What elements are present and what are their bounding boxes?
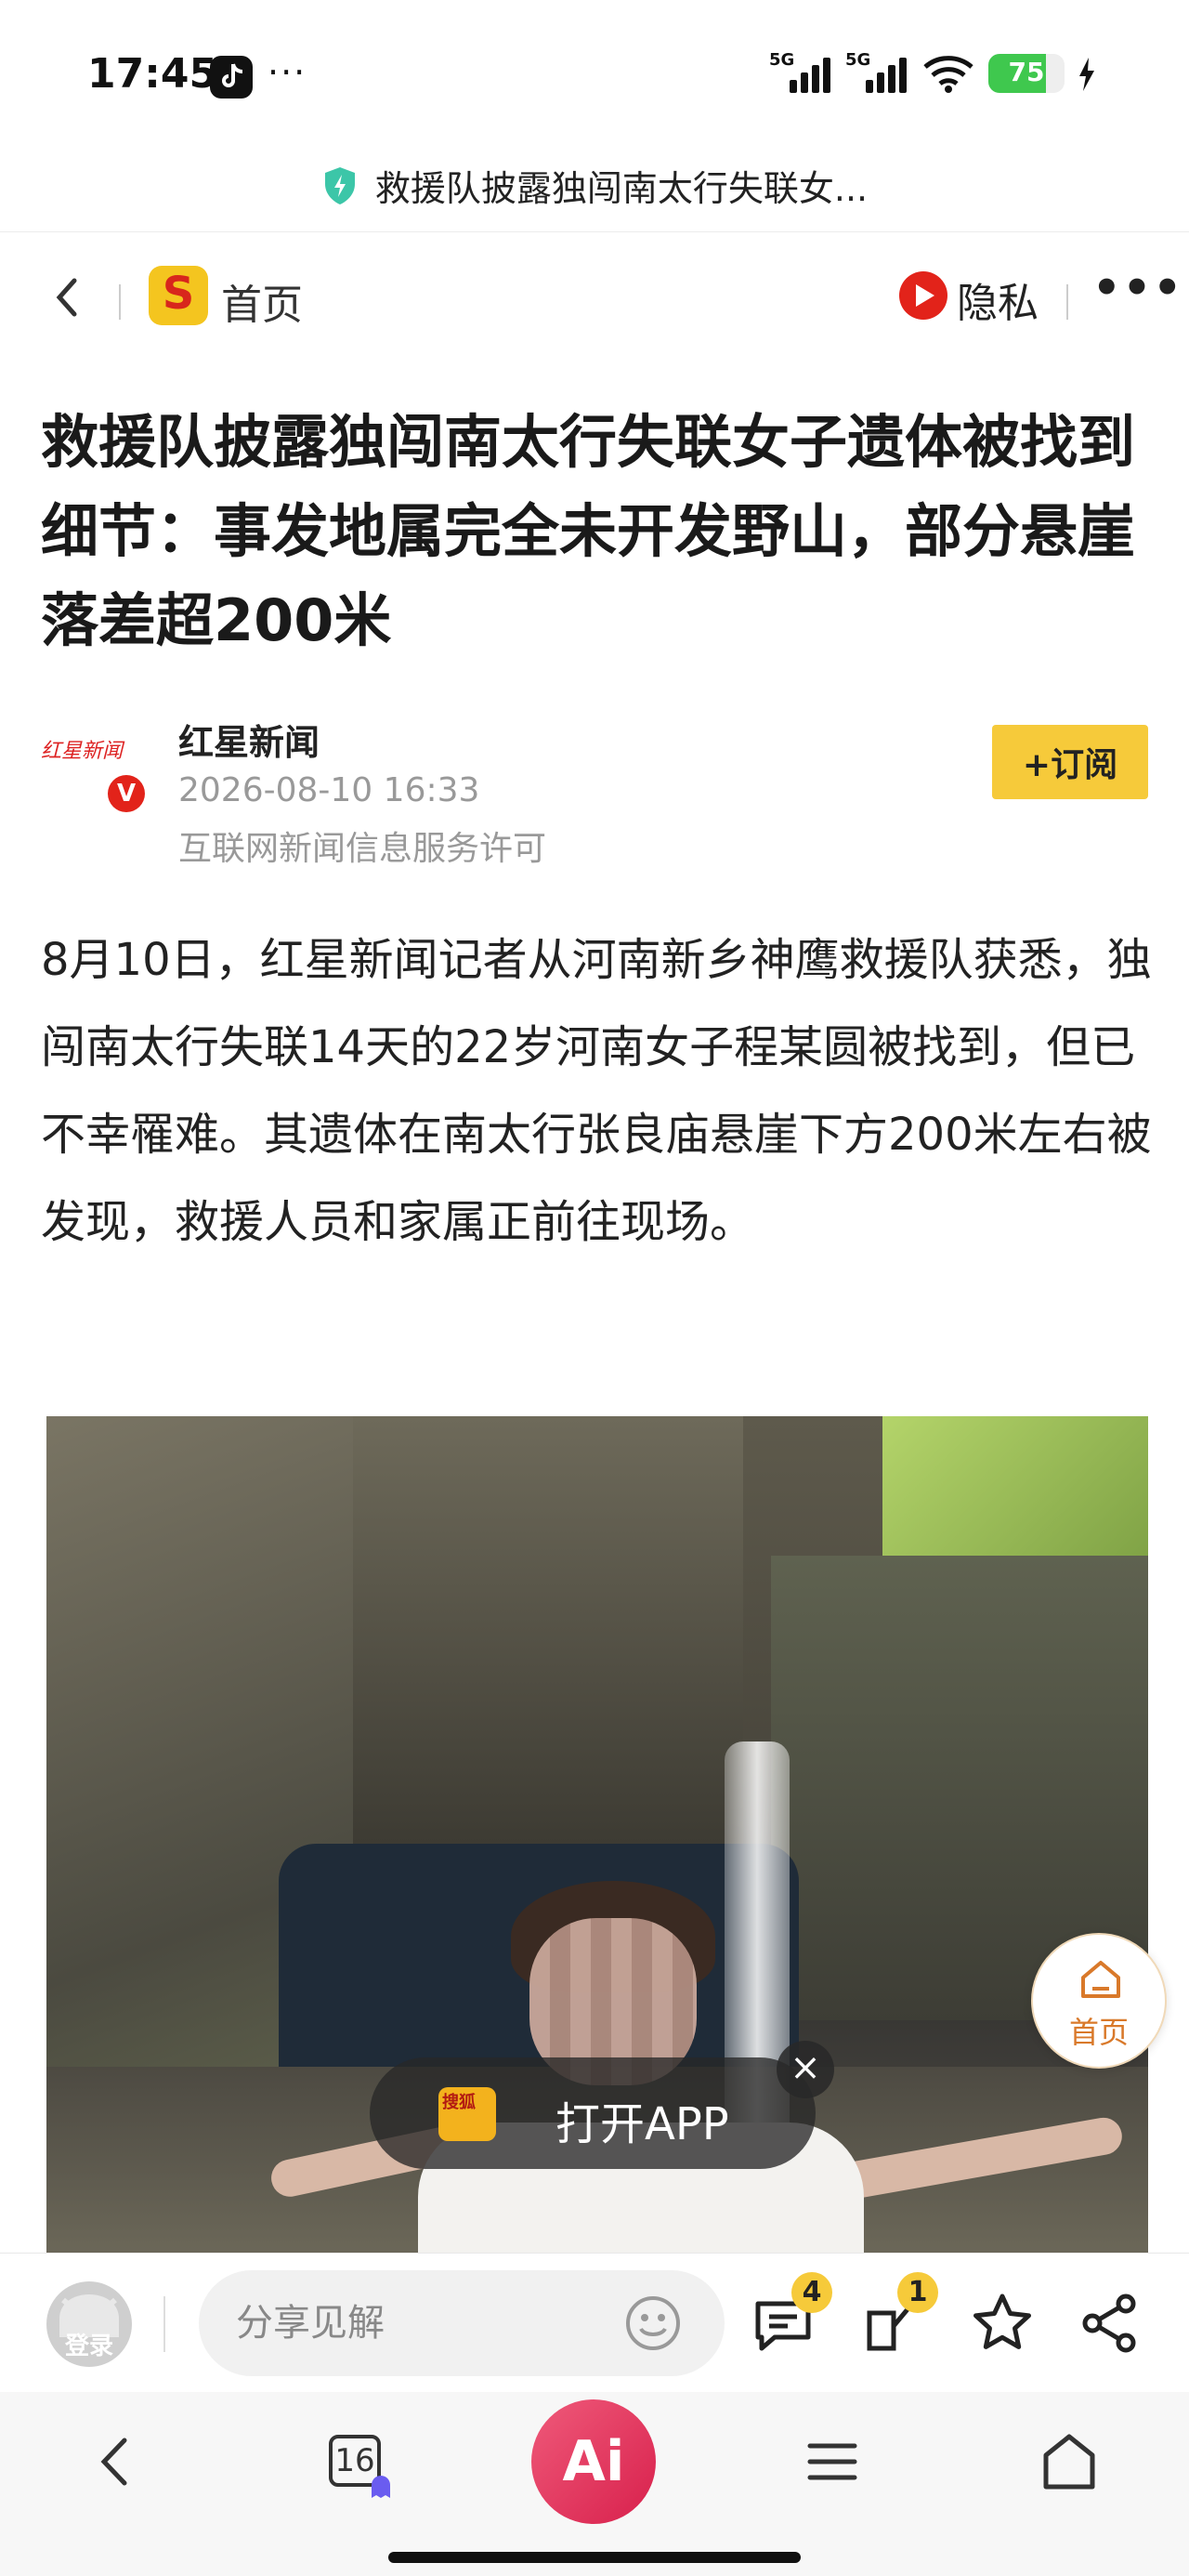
subscribe-button[interactable]: +订阅 [992, 725, 1148, 799]
signal-icon-2: 5G [845, 50, 910, 93]
menu-icon[interactable] [803, 2429, 862, 2494]
login-avatar[interactable]: 登录 [46, 2281, 132, 2367]
status-time: 17:45 [87, 50, 218, 98]
more-notifications-icon: ··· [268, 52, 307, 93]
home-icon [1081, 1961, 1120, 1998]
article-body: 8月10日，红星新闻记者从河南新乡神鹰救援队获悉，独闯南太行失联14天的22岁河… [41, 934, 1152, 1248]
tiktok-notification-icon [210, 56, 253, 99]
wifi-icon [923, 56, 973, 93]
page-url-title: 救援队披露独闯南太行失联女... [374, 168, 869, 209]
privacy-link[interactable]: 隐私 [957, 269, 1039, 329]
author-name[interactable]: 红星新闻 [178, 714, 320, 765]
site-nav-bar: S 首页 隐私 ••• [0, 243, 1189, 355]
favorite-star-icon[interactable] [970, 2291, 1035, 2356]
nav-home-link[interactable]: 首页 [221, 271, 303, 331]
browser-home-icon[interactable] [1037, 2429, 1102, 2494]
status-bar: 17:45 ··· 5G 5G 75 [0, 0, 1189, 139]
comment-bar: 登录 4 1 [0, 2253, 1189, 2392]
more-menu-icon[interactable]: ••• [1092, 262, 1183, 314]
article-title: 救援队披露独闯南太行失联女子遗体被找到细节：事发地属完全未开发野山，部分悬崖落差… [41, 408, 1136, 654]
back-arrow-icon[interactable] [45, 269, 91, 325]
comment-bar-divider [163, 2296, 165, 2352]
floating-home-button[interactable]: 首页 [1031, 1933, 1167, 2069]
signal-icon-1: 5G [769, 50, 834, 93]
ai-assistant-button[interactable]: Ai [531, 2399, 656, 2524]
emoji-icon[interactable] [624, 2294, 682, 2352]
sohu-logo[interactable]: S [149, 266, 208, 325]
close-banner-icon[interactable]: × [777, 2041, 834, 2098]
nav-divider [1066, 284, 1068, 320]
browser-back-icon[interactable] [89, 2429, 145, 2494]
publish-time: 2026-08-10 16:33 [178, 771, 480, 809]
open-app-label: 打开APP [555, 2098, 729, 2150]
verified-badge-icon: V [108, 775, 145, 812]
sohu-app-logo: 搜狐 [438, 2087, 496, 2141]
url-bar[interactable]: 救援队披露独闯南太行失联女... [0, 139, 1189, 232]
open-app-banner[interactable]: 搜狐 打开APP [370, 2057, 816, 2169]
share-icon[interactable] [1078, 2291, 1143, 2356]
charging-icon [1079, 58, 1094, 91]
incognito-ghost-icon [372, 2476, 390, 2498]
browser-bottom-nav: 16 Ai [0, 2392, 1189, 2576]
privacy-icon[interactable] [899, 271, 947, 320]
nav-divider [119, 284, 121, 320]
battery-indicator: 75 [988, 54, 1065, 93]
comments-count-badge: 4 [791, 2272, 832, 2313]
secure-shield-icon [324, 166, 355, 204]
license-text[interactable]: 互联网新闻信息服务许可 [178, 821, 546, 870]
home-indicator [388, 2552, 801, 2563]
reposts-count-badge: 1 [897, 2272, 938, 2313]
